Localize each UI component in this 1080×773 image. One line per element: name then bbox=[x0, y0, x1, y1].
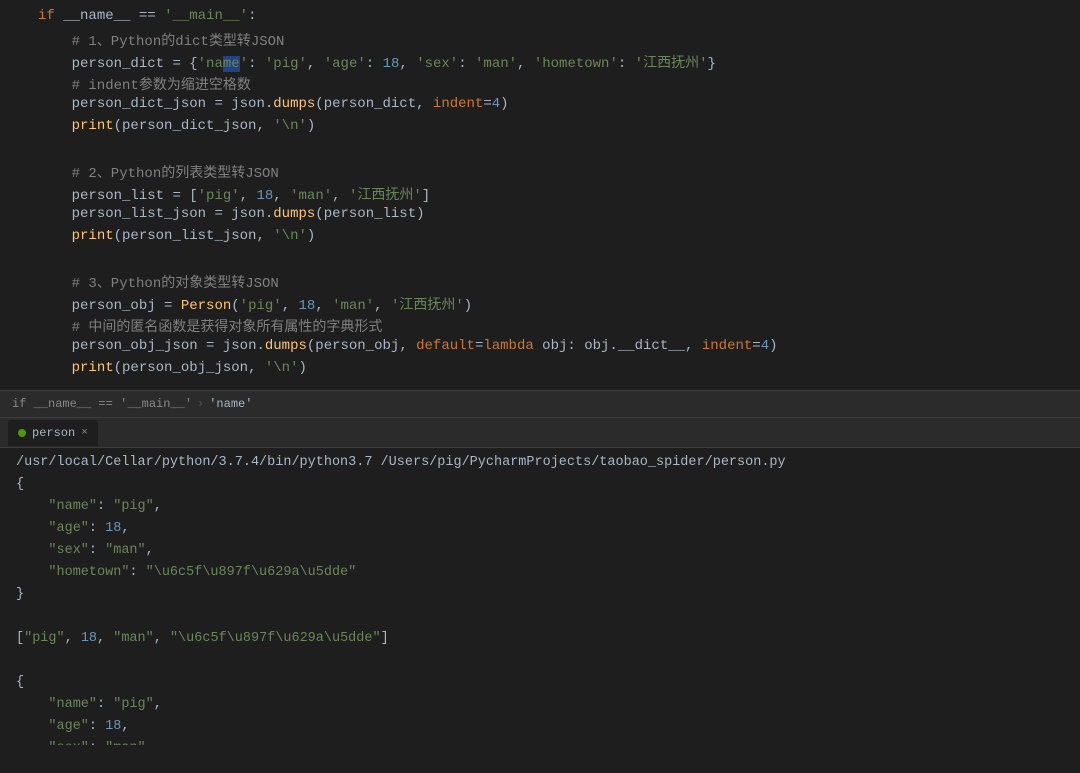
code-line-4: # indent参数为缩进空格数 bbox=[0, 74, 1080, 96]
breadcrumb-separator: › bbox=[197, 397, 204, 411]
tab-dot bbox=[18, 429, 26, 437]
code-line-7: # 2、Python的列表类型转JSON bbox=[0, 162, 1080, 184]
code-line-blank1 bbox=[0, 140, 1080, 162]
code-line-2: # 1、Python的dict类型转JSON bbox=[0, 30, 1080, 52]
code-line-8: person_list = ['pig', 18, 'man', '江西抚州'] bbox=[0, 184, 1080, 206]
output-line-11: "sex": "man", bbox=[16, 738, 1064, 745]
code-line-5: person_dict_json = json.dumps(person_dic… bbox=[0, 96, 1080, 118]
code-line-blank2 bbox=[0, 250, 1080, 272]
bottom-panel: if __name__ == '__main__' › 'name' perso… bbox=[0, 390, 1080, 745]
breadcrumb-bar: if __name__ == '__main__' › 'name' bbox=[0, 390, 1080, 418]
output-blank-2 bbox=[16, 650, 1064, 672]
code-line-3: person_dict = {'name': 'pig', 'age': 18,… bbox=[0, 52, 1080, 74]
breadcrumb-part1: if __name__ == '__main__' bbox=[12, 397, 192, 411]
output-line-7: ["pig", 18, "man", "\u6c5f\u897f\u629a\u… bbox=[16, 628, 1064, 650]
code-line-14: person_obj_json = json.dumps(person_obj,… bbox=[0, 338, 1080, 360]
output-line-5: "hometown": "\u6c5f\u897f\u629a\u5dde" bbox=[16, 562, 1064, 584]
code-editor[interactable]: if __name__ == '__main__': # 1、Python的di… bbox=[0, 0, 1080, 390]
tab-label: person bbox=[32, 426, 75, 440]
output-run-command: /usr/local/Cellar/python/3.7.4/bin/pytho… bbox=[16, 452, 1064, 474]
output-line-9: "name": "pig", bbox=[16, 694, 1064, 716]
output-line-6: } bbox=[16, 584, 1064, 606]
code-line-9: person_list_json = json.dumps(person_lis… bbox=[0, 206, 1080, 228]
breadcrumb-part2: 'name' bbox=[209, 397, 252, 411]
tab-person[interactable]: person × bbox=[8, 420, 98, 446]
code-line-1: if __name__ == '__main__': bbox=[0, 8, 1080, 30]
output-blank-1 bbox=[16, 606, 1064, 628]
code-line-11: # 3、Python的对象类型转JSON bbox=[0, 272, 1080, 294]
output-line-8: { bbox=[16, 672, 1064, 694]
output-line-2: "name": "pig", bbox=[16, 496, 1064, 518]
output-line-3: "age": 18, bbox=[16, 518, 1064, 540]
tab-close-button[interactable]: × bbox=[81, 427, 88, 439]
code-line-6: print(person_dict_json, '\n') bbox=[0, 118, 1080, 140]
output-line-10: "age": 18, bbox=[16, 716, 1064, 738]
code-line-10: print(person_list_json, '\n') bbox=[0, 228, 1080, 250]
output-line-1: { bbox=[16, 474, 1064, 496]
code-line-12: person_obj = Person('pig', 18, 'man', '江… bbox=[0, 294, 1080, 316]
output-line-4: "sex": "man", bbox=[16, 540, 1064, 562]
code-line-13: # 中间的匿名函数是获得对象所有属性的字典形式 bbox=[0, 316, 1080, 338]
output-area: /usr/local/Cellar/python/3.7.4/bin/pytho… bbox=[0, 448, 1080, 745]
code-line-15: print(person_obj_json, '\n') bbox=[0, 360, 1080, 382]
tab-bar: person × bbox=[0, 418, 1080, 448]
